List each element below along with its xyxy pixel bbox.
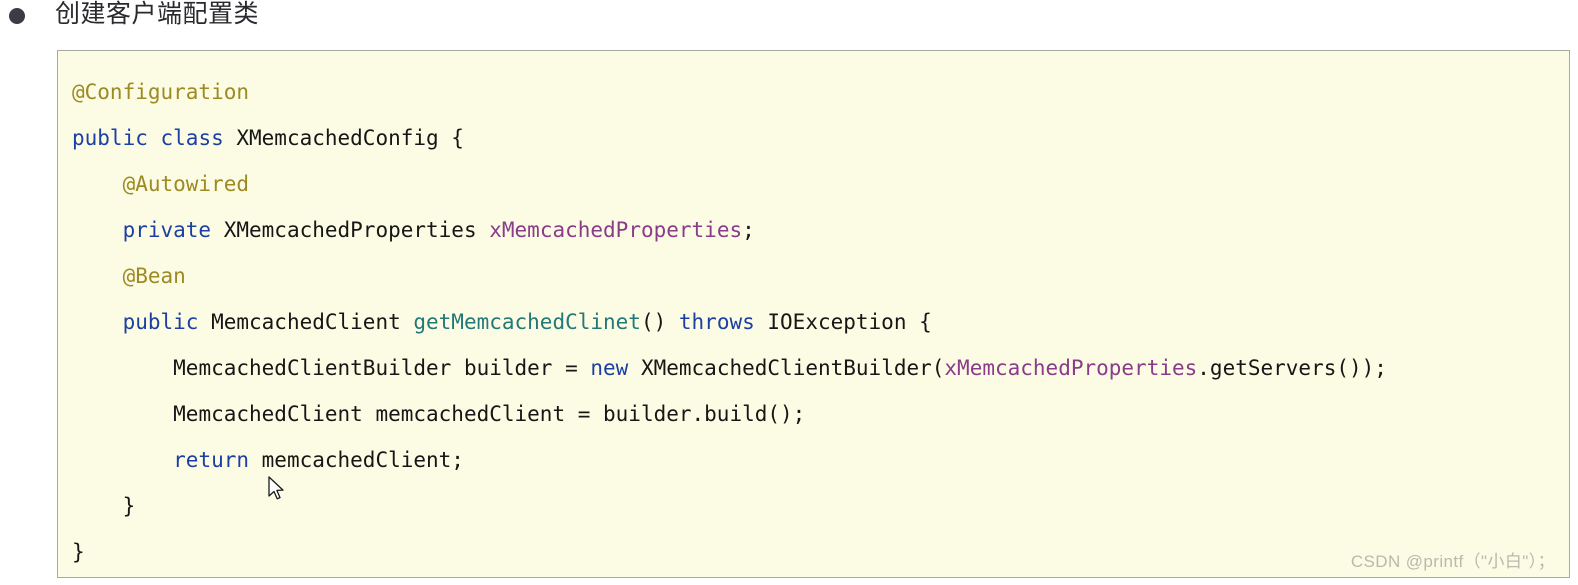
- code-token: new: [590, 356, 629, 380]
- code-token: XMemcachedConfig {: [223, 126, 464, 150]
- csdn-watermark: CSDN @printf（"小白"）；: [1350, 552, 1555, 571]
- code-token: xMemcachedProperties: [944, 356, 1198, 380]
- code-token: @Bean: [122, 264, 186, 288]
- code-line: }: [58, 529, 1569, 575]
- code-token: class: [160, 126, 224, 150]
- code-token: @Configuration: [72, 80, 250, 104]
- code-token: IOException {: [754, 310, 932, 334]
- code-block: @Configuration public class XMemcachedCon…: [57, 50, 1570, 578]
- code-line: public MemcachedClient getMemcachedCline…: [58, 299, 1569, 345]
- code-token: XMemcachedClientBuilder(: [628, 356, 945, 380]
- code-token: (): [640, 310, 679, 334]
- code-token: .getServers());: [1197, 356, 1387, 380]
- code-token: memcachedClient;: [249, 448, 464, 472]
- code-token: getMemcachedClinet: [413, 310, 641, 334]
- code-token: @Autowired: [122, 172, 250, 196]
- code-token: return: [173, 448, 250, 472]
- code-line: MemcachedClient memcachedClient = builde…: [58, 391, 1569, 437]
- code-token: MemcachedClient: [198, 310, 414, 334]
- code-line: MemcachedClientBuilder builder = new XMe…: [58, 345, 1569, 391]
- code-line: @Bean: [58, 253, 1569, 299]
- code-line: public class XMemcachedConfig {: [58, 115, 1569, 161]
- code-token: throws: [678, 310, 755, 334]
- code-token: ;: [742, 218, 755, 242]
- code-token: public: [122, 310, 199, 334]
- code-token: }: [72, 540, 85, 564]
- code-token: }: [122, 494, 136, 518]
- code-token: MemcachedClient memcachedClient = builde…: [173, 402, 806, 426]
- bullet-icon: [9, 8, 25, 24]
- code-token: MemcachedClientBuilder builder =: [173, 356, 591, 380]
- heading-row: 创建客户端配置类: [0, 0, 1578, 42]
- code-line: return memcachedClient;: [58, 437, 1569, 483]
- code-token: public: [72, 126, 148, 150]
- code-token: XMemcachedProperties: [211, 218, 490, 242]
- code-line: @Configuration: [58, 69, 1569, 115]
- page-title: 创建客户端配置类: [55, 0, 260, 28]
- code-content: @Configuration public class XMemcachedCon…: [58, 51, 1569, 575]
- code-token: xMemcachedProperties: [489, 218, 743, 242]
- code-line: private XMemcachedProperties xMemcachedP…: [58, 207, 1569, 253]
- code-token: private: [122, 218, 212, 242]
- code-line: @Autowired: [58, 161, 1569, 207]
- code-line: }: [58, 483, 1569, 529]
